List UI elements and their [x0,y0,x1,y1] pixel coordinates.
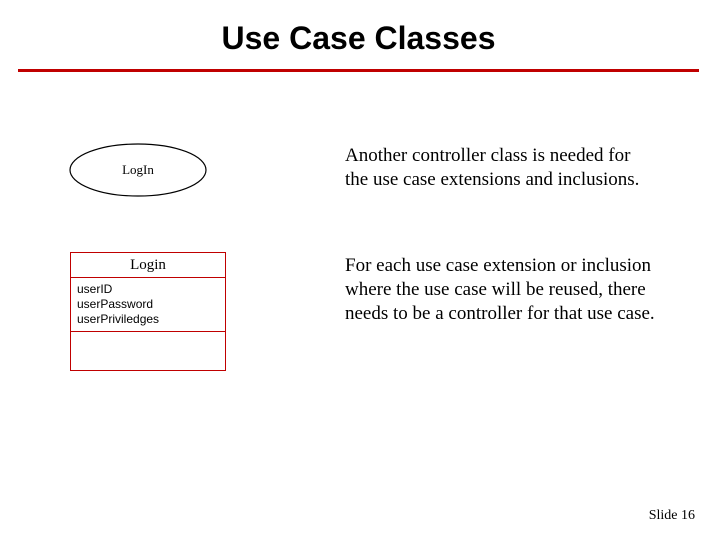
title-rule [18,69,699,72]
class-attr: userPassword [77,297,219,312]
class-name: Login [71,253,225,278]
usecase-ellipse: LogIn [68,142,208,198]
class-box: Login userID userPassword userPriviledge… [70,252,226,371]
class-attributes: userID userPassword userPriviledges [71,278,225,332]
class-operations [71,332,225,370]
usecase-ellipse-label: LogIn [68,142,208,198]
paragraph-2: For each use case extension or inclusion… [345,254,675,325]
slide-number: Slide 16 [649,508,695,524]
paragraph-1: Another controller class is needed for t… [345,144,645,192]
class-attr: userID [77,282,219,297]
slide-title: Use Case Classes [0,0,717,69]
class-attr: userPriviledges [77,312,219,327]
